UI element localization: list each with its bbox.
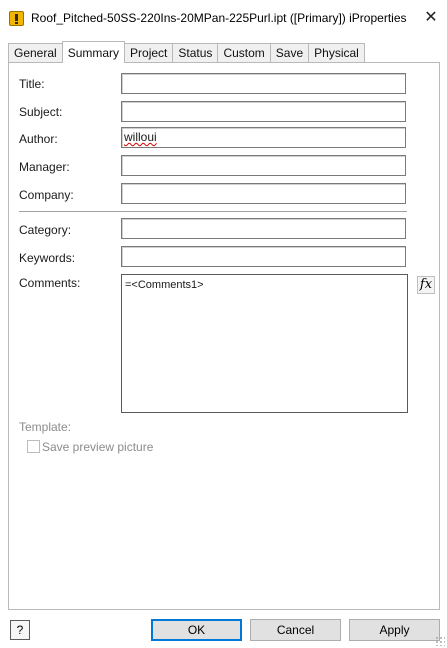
tab-save[interactable]: Save <box>269 43 310 63</box>
subject-field[interactable] <box>121 101 406 122</box>
section-divider <box>19 211 407 213</box>
comments-textarea[interactable]: =<Comments1> <box>121 274 408 413</box>
author-label: Author: <box>19 132 58 146</box>
cancel-button[interactable]: Cancel <box>250 619 341 641</box>
keywords-field[interactable] <box>121 246 406 267</box>
manager-field[interactable] <box>121 155 406 176</box>
template-label: Template: <box>19 420 72 434</box>
tab-custom[interactable]: Custom <box>217 43 271 63</box>
title-label: Title: <box>19 77 45 91</box>
company-label: Company: <box>19 188 74 202</box>
subject-label: Subject: <box>19 105 63 119</box>
author-value: willoui <box>124 130 157 144</box>
keywords-label: Keywords: <box>19 251 76 265</box>
function-fx-button[interactable]: fx <box>417 276 435 294</box>
category-field[interactable] <box>121 218 406 239</box>
category-label: Category: <box>19 223 72 237</box>
tab-general[interactable]: General <box>8 43 63 63</box>
manager-label: Manager: <box>19 160 70 174</box>
help-button[interactable]: ? <box>10 620 30 640</box>
author-field[interactable]: willoui <box>121 127 406 148</box>
window-title: Roof_Pitched-50SS-220Ins-20MPan-225Purl.… <box>31 11 407 25</box>
save-preview-checkbox[interactable] <box>27 440 40 453</box>
tab-summary[interactable]: Summary <box>61 41 126 63</box>
resize-grip[interactable] <box>435 636 445 646</box>
close-button[interactable]: ✕ <box>421 8 441 28</box>
ok-button[interactable]: OK <box>151 619 242 641</box>
tab-physical[interactable]: Physical <box>308 43 365 63</box>
tab-strip: General Summary Project Status Custom Sa… <box>8 41 365 63</box>
title-field[interactable] <box>121 73 406 94</box>
save-preview-label: Save preview picture <box>42 440 154 454</box>
title-bar: Roof_Pitched-50SS-220Ins-20MPan-225Purl.… <box>0 0 447 38</box>
inventor-warning-icon <box>9 11 24 26</box>
company-field[interactable] <box>121 183 406 204</box>
summary-panel: Title: Subject: Author: willoui Manager:… <box>8 62 440 610</box>
tab-status[interactable]: Status <box>172 43 219 63</box>
comments-label: Comments: <box>19 276 81 290</box>
tab-project[interactable]: Project <box>124 43 174 63</box>
apply-button[interactable]: Apply <box>349 619 440 641</box>
